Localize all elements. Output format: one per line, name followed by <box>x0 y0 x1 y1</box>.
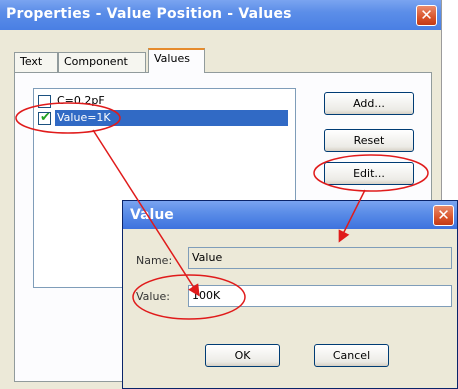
window-title: Properties - Value Position - Values <box>6 6 292 22</box>
checkmark-icon: ✔ <box>40 110 51 125</box>
title-bar[interactable]: Properties - Value Position - Values ✕ <box>0 0 441 30</box>
dialog-close-icon[interactable]: ✕ <box>433 205 454 226</box>
value-label: Value: <box>136 290 170 303</box>
checkbox[interactable]: ✔ <box>38 110 51 125</box>
tab-component[interactable]: Component <box>58 52 146 72</box>
dialog-title: Value <box>130 207 174 223</box>
close-icon[interactable]: ✕ <box>416 5 437 26</box>
tab-text[interactable]: Text <box>14 52 58 72</box>
name-label: Name: <box>136 254 173 267</box>
list-item-label: C=0.2pF <box>57 94 105 107</box>
list-item[interactable]: ✔ Value=1K <box>38 110 292 128</box>
checkbox[interactable] <box>38 95 51 108</box>
value-dialog: Value ✕ Name: Value Value: 100K OK Cance… <box>122 200 458 389</box>
edit-button[interactable]: Edit... <box>324 162 414 185</box>
name-field: Value <box>188 247 452 269</box>
value-input[interactable]: 100K <box>188 285 452 307</box>
dialog-title-bar[interactable]: Value ✕ <box>123 201 457 229</box>
cancel-button[interactable]: Cancel <box>314 344 389 367</box>
tab-values[interactable]: Values <box>148 48 205 73</box>
reset-button[interactable]: Reset <box>324 129 414 152</box>
list-item[interactable]: C=0.2pF <box>38 93 292 111</box>
list-item-label: Value=1K <box>55 110 288 126</box>
add-button[interactable]: Add... <box>324 92 414 115</box>
ok-button[interactable]: OK <box>205 344 280 367</box>
